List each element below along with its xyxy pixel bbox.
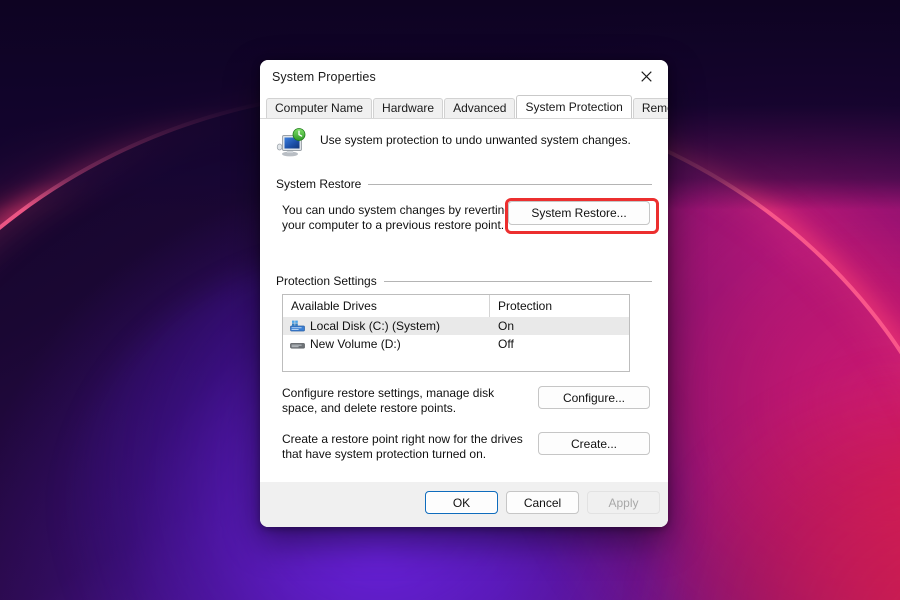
system-protection-computer-icon: [276, 127, 310, 161]
dialog-footer: OK Cancel Apply: [260, 482, 668, 527]
dialog-title: System Properties: [272, 70, 376, 84]
dialog-titlebar[interactable]: System Properties: [260, 60, 668, 96]
ok-button[interactable]: OK: [425, 491, 498, 514]
configure-button[interactable]: Configure...: [538, 386, 650, 409]
drive-protection-status: Off: [498, 337, 514, 351]
system-restore-group-label: System Restore: [276, 177, 362, 191]
drive-name-label: New Volume (D:): [310, 337, 401, 351]
protection-settings-group-label: Protection Settings: [276, 274, 377, 288]
close-icon[interactable]: [624, 60, 668, 92]
tab-system-protection[interactable]: System Protection: [516, 95, 632, 118]
system-restore-description: You can undo system changes by reverting…: [282, 203, 512, 232]
tab-advanced[interactable]: Advanced: [444, 98, 516, 118]
configure-description: Configure restore settings, manage disk …: [282, 386, 495, 415]
protection-settings-group: Protection Settings: [276, 274, 652, 288]
tab-header-description: Use system protection to undo unwanted s…: [320, 133, 631, 147]
tab-computer-name[interactable]: Computer Name: [266, 98, 373, 118]
table-row[interactable]: New Volume (D:) Off: [283, 335, 629, 353]
drive-icon: [290, 338, 305, 351]
system-restore-row: You can undo system changes by reverting…: [276, 198, 659, 243]
system-drive-icon: [290, 320, 305, 333]
cancel-button[interactable]: Cancel: [506, 491, 579, 514]
drive-name-cell: New Volume (D:): [283, 337, 489, 351]
create-description: Create a restore point right now for the…: [282, 432, 523, 461]
create-button[interactable]: Create...: [538, 432, 650, 455]
tab-remote[interactable]: Remote: [632, 98, 668, 118]
drive-name-cell: Local Disk (C:) (System): [283, 319, 489, 333]
configure-row: Configure restore settings, manage disk …: [276, 386, 652, 420]
column-header-protection: Protection: [498, 299, 553, 313]
apply-button: Apply: [587, 491, 660, 514]
system-restore-button[interactable]: System Restore...: [508, 201, 650, 225]
column-header-available-drives: Available Drives: [291, 299, 377, 313]
table-row[interactable]: Local Disk (C:) (System) On: [283, 317, 629, 335]
protection-settings-group-header: Protection Settings: [276, 274, 652, 288]
group-divider: [383, 280, 652, 282]
system-restore-group: System Restore You can undo system chang…: [276, 177, 659, 243]
drives-header-row: Available Drives Protection: [283, 295, 629, 317]
drive-name-label: Local Disk (C:) (System): [310, 319, 441, 333]
tab-header: Use system protection to undo unwanted s…: [276, 127, 631, 161]
available-drives-list[interactable]: Available Drives Protection Local Disk (…: [282, 294, 630, 372]
system-properties-dialog: System Properties Computer Name Hardware…: [260, 60, 668, 527]
tab-hardware[interactable]: Hardware: [373, 98, 444, 118]
drive-protection-status: On: [498, 319, 515, 333]
tab-strip: Computer Name Hardware Advanced System P…: [260, 95, 668, 118]
system-protection-tab-page: Use system protection to undo unwanted s…: [260, 118, 668, 482]
system-restore-group-header: System Restore: [276, 177, 652, 191]
group-divider: [368, 183, 652, 185]
create-row: Create a restore point right now for the…: [276, 432, 652, 466]
